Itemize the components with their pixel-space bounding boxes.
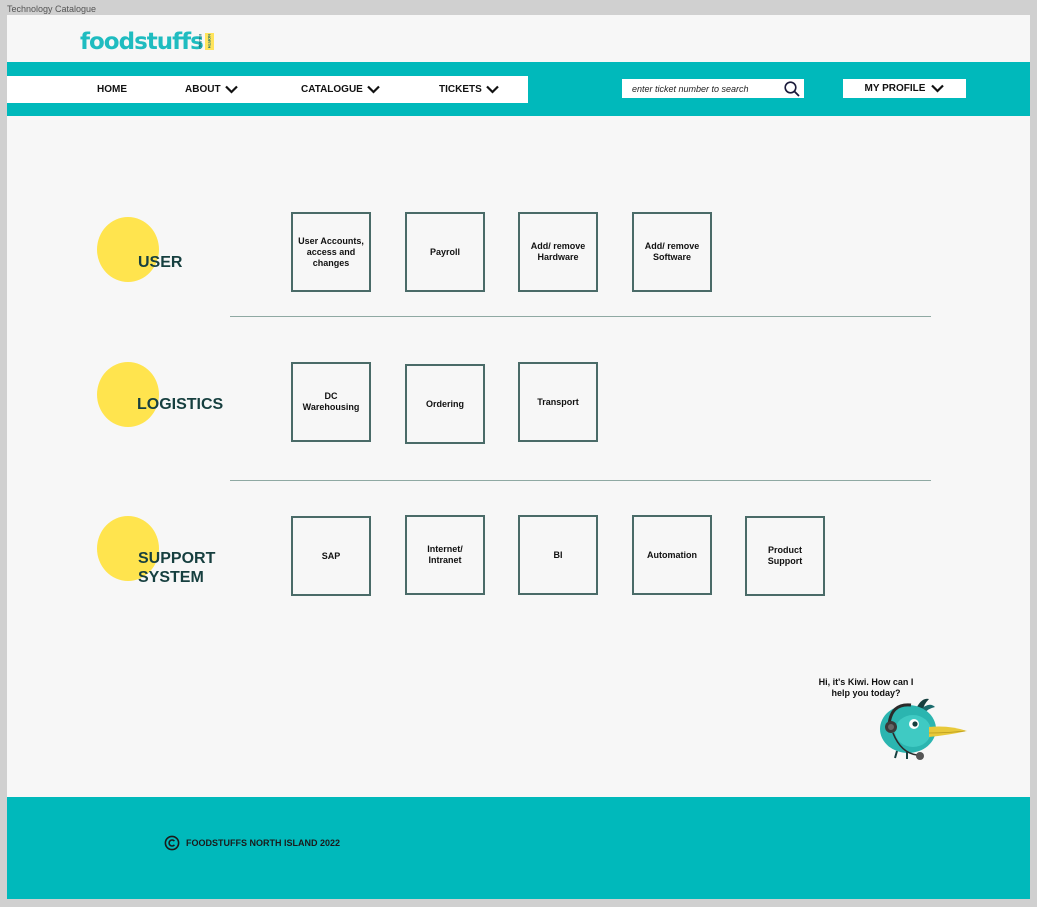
tile-dc-warehousing[interactable]: DC Warehousing [291,362,371,442]
tile-bi[interactable]: BI [518,515,598,595]
frame-label: Technology Catalogue [7,4,97,14]
nav-menu: HOME ABOUT CATALOGUE TICKETS [7,76,528,103]
search-icon[interactable] [784,81,800,97]
nav-item-label: HOME [97,84,127,95]
navbar: HOME ABOUT CATALOGUE TICKETS MY PROFILE [7,62,1030,116]
nav-item-label: CATALOGUE [301,84,363,95]
copyright: FOODSTUFFS NORTH ISLAND 2022 [164,835,340,851]
section-title-logistics: LOGISTICS [137,396,224,413]
chevron-down-icon [224,85,238,94]
copyright-text: FOODSTUFFS NORTH ISLAND 2022 [186,838,341,848]
tile-transport[interactable]: Transport [518,362,598,442]
chevron-down-icon [931,84,945,93]
tile-product-support[interactable]: Product Support [745,516,825,596]
tile-sap[interactable]: SAP [291,516,371,596]
chevron-down-icon [367,85,380,94]
page: foodstuffs NORTH ISLAND HOME ABOUT CATAL… [7,15,1030,899]
section-divider [230,316,931,317]
nav-item-tickets[interactable]: TICKETS [439,76,499,103]
nav-item-catalogue[interactable]: CATALOGUE [301,76,380,103]
nav-item-about[interactable]: ABOUT [185,76,238,103]
ticket-search [622,79,804,98]
logo-tag: NORTH ISLAND [197,33,214,50]
footer: FOODSTUFFS NORTH ISLAND 2022 [7,797,1030,899]
logo[interactable]: foodstuffs NORTH ISLAND [80,30,214,54]
nav-item-label: ABOUT [185,84,221,95]
section-title-support-system: SUPPORT SYSTEM [138,550,216,586]
tile-add-remove-hardware[interactable]: Add/ remove Hardware [518,212,598,292]
nav-item-label: TICKETS [439,84,482,95]
kiwi-assistant-icon[interactable] [877,695,969,765]
tile-payroll[interactable]: Payroll [405,212,485,292]
tile-internet-intranet[interactable]: Internet/ Intranet [405,515,485,595]
tile-ordering[interactable]: Ordering [405,364,485,444]
section-title-user: USER [138,254,183,271]
tile-user-accounts[interactable]: User Accounts, access and changes [291,212,371,292]
chevron-down-icon [486,85,499,94]
tile-automation[interactable]: Automation [632,515,712,595]
copyright-icon [164,835,180,851]
nav-item-home[interactable]: HOME [97,76,127,103]
section-divider [230,480,931,481]
ticket-search-input[interactable] [632,83,780,94]
tile-add-remove-software[interactable]: Add/ remove Software [632,212,712,292]
my-profile-label: MY PROFILE [864,83,926,94]
my-profile-button[interactable]: MY PROFILE [843,79,966,98]
section-circle-user [97,217,159,282]
logo-text: foodstuffs [80,29,204,55]
